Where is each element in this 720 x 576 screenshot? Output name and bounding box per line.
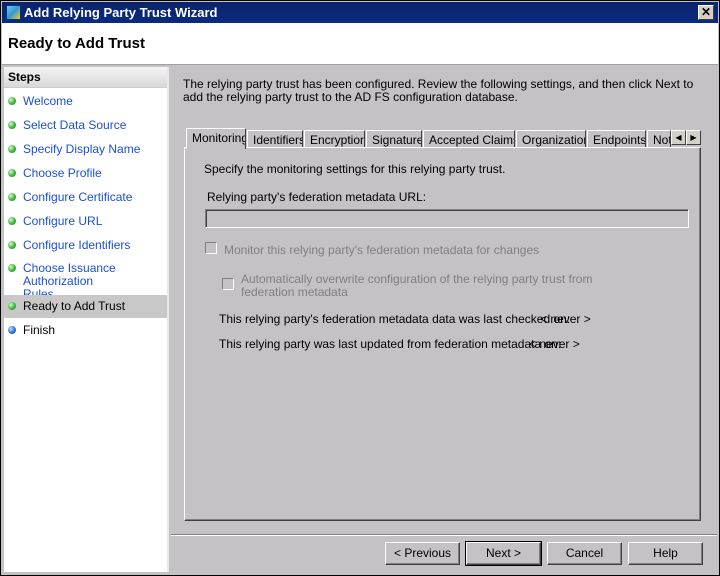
last-checked-label: This relying party's federation metadata…: [219, 312, 571, 326]
page-header: Ready to Add Trust: [2, 23, 718, 65]
tab-scroll: ◀ ▶: [671, 129, 701, 145]
title-bar: Add Relying Party Trust Wizard ✕: [2, 2, 718, 23]
step-finish: Finish: [4, 324, 167, 337]
step-welcome[interactable]: Welcome: [4, 95, 167, 108]
monitoring-tab-panel: Specify the monitoring settings for this…: [184, 147, 701, 521]
overwrite-checkbox[interactable]: [222, 278, 234, 290]
page-title: Ready to Add Trust: [8, 35, 145, 52]
step-configure-identifiers[interactable]: Configure Identifiers: [4, 239, 167, 252]
footer-divider: [171, 534, 717, 536]
tab-organization[interactable]: Organization: [516, 130, 586, 148]
close-button[interactable]: ✕: [698, 5, 714, 20]
tab-monitoring[interactable]: Monitoring: [186, 128, 246, 149]
step-configure-certificate[interactable]: Configure Certificate: [4, 191, 167, 204]
step-done-icon: [8, 121, 16, 129]
step-pending-icon: [8, 326, 16, 334]
wizard-window: Add Relying Party Trust Wizard ✕ Ready t…: [0, 0, 720, 576]
tab-endpoints[interactable]: Endpoints: [587, 130, 646, 148]
last-checked-value: < never >: [540, 312, 591, 326]
intro-text: The relying party trust has been configu…: [183, 77, 694, 104]
monitor-checkbox[interactable]: [205, 242, 217, 254]
tab-signature[interactable]: Signature: [366, 130, 422, 148]
step-done-icon: [8, 169, 16, 177]
step-done-icon: [8, 302, 16, 310]
window-title: Add Relying Party Trust Wizard: [24, 5, 218, 20]
app-icon: [6, 5, 21, 20]
tab-strip: Monitoring Identifiers Encryption Signat…: [184, 128, 701, 149]
step-choose-profile[interactable]: Choose Profile: [4, 167, 167, 180]
monitor-checkbox-label: Monitor this relying party's federation …: [224, 243, 540, 257]
cancel-button[interactable]: Cancel: [547, 542, 622, 565]
last-updated-label: This relying party was last updated from…: [219, 337, 562, 351]
tab-identifiers[interactable]: Identifiers: [247, 130, 303, 148]
step-done-icon: [8, 97, 16, 105]
tab-notes[interactable]: Not: [647, 130, 671, 148]
step-configure-url[interactable]: Configure URL: [4, 215, 167, 228]
next-button[interactable]: Next >: [465, 541, 542, 566]
overwrite-checkbox-label: Automatically overwrite configuration of…: [241, 272, 593, 299]
steps-heading: Steps: [4, 67, 167, 88]
step-done-icon: [8, 217, 16, 225]
monitoring-description: Specify the monitoring settings for this…: [204, 162, 506, 176]
metadata-url-field[interactable]: [205, 209, 689, 228]
step-select-data-source[interactable]: Select Data Source: [4, 119, 167, 132]
steps-panel: Steps Welcome Select Data Source Specify…: [4, 67, 169, 572]
metadata-url-label: Relying party's federation metadata URL:: [207, 190, 427, 204]
tab-accepted-claims[interactable]: Accepted Claims: [423, 130, 515, 148]
scroll-left-icon[interactable]: ◀: [671, 130, 686, 145]
step-done-icon: [8, 264, 16, 272]
step-done-icon: [8, 193, 16, 201]
last-updated-value: < never >: [529, 337, 580, 351]
step-ready-to-add-trust[interactable]: Ready to Add Trust: [4, 295, 167, 318]
scroll-right-icon[interactable]: ▶: [686, 130, 701, 145]
help-button[interactable]: Help: [628, 542, 703, 565]
step-done-icon: [8, 145, 16, 153]
step-specify-display-name[interactable]: Specify Display Name: [4, 143, 167, 156]
tab-encryption[interactable]: Encryption: [304, 130, 365, 148]
step-done-icon: [8, 241, 16, 249]
previous-button[interactable]: < Previous: [385, 542, 460, 565]
